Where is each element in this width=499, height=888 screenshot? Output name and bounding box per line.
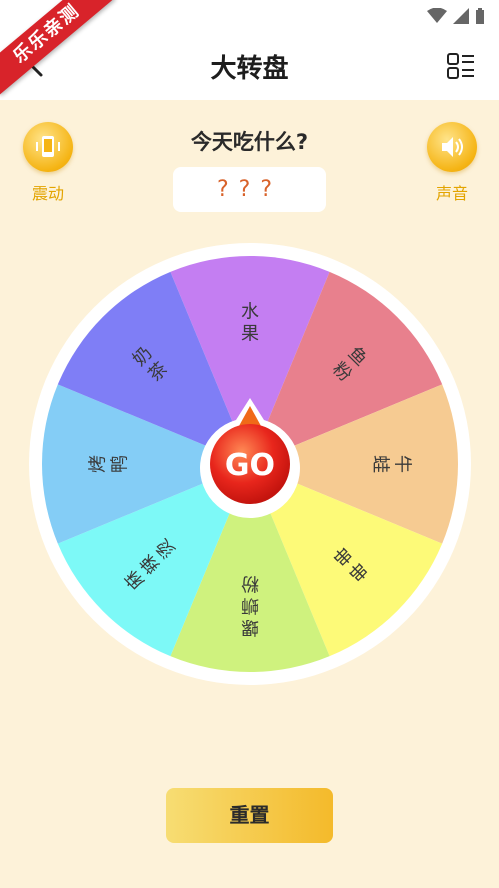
wheel-segment-label: 牛蛙 xyxy=(369,455,412,473)
wifi-icon xyxy=(427,8,447,23)
wheel-segment-label: 水果 xyxy=(241,302,259,345)
wheel-segment-label: 烤鸭 xyxy=(88,455,131,473)
question-title: 今天吃什么? xyxy=(190,130,309,154)
prize-wheel[interactable]: 水果鱼粉牛蛙串串螺蛳粉麻辣烫烤鸭奶茶GO xyxy=(29,243,471,685)
list-menu-icon[interactable] xyxy=(447,52,475,80)
wheel-segment-label: 螺蛳粉 xyxy=(241,572,259,637)
vibrate-label: 震动 xyxy=(31,184,64,203)
page-title: 大转盘 xyxy=(210,54,289,84)
reset-button[interactable]: 重置 xyxy=(166,788,333,843)
go-button-label[interactable]: GO xyxy=(225,448,275,483)
sound-label: 声音 xyxy=(435,184,468,203)
battery-icon xyxy=(476,8,484,24)
app-header: 大转盘 xyxy=(0,32,499,100)
signal-icon xyxy=(453,8,469,24)
result-display: ??? xyxy=(173,167,326,212)
status-icons xyxy=(427,8,485,24)
